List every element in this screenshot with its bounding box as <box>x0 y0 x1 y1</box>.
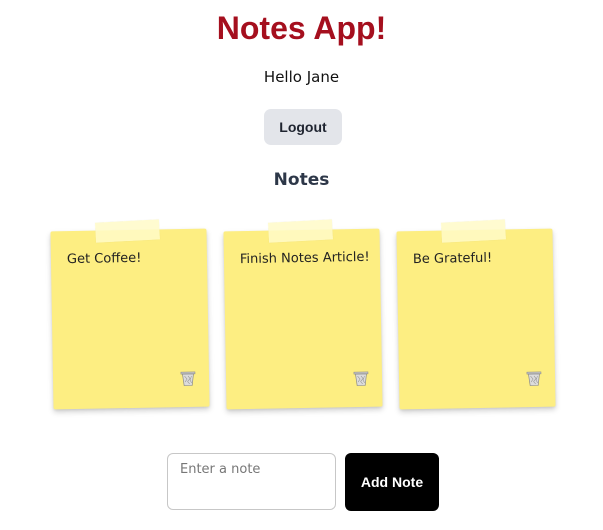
trash-icon[interactable] <box>525 369 543 387</box>
trash-icon[interactable] <box>179 369 197 387</box>
note-text: Finish Notes Article! <box>239 249 370 268</box>
app-title: Notes App! <box>216 10 387 46</box>
note-card: Be Grateful! <box>396 219 556 410</box>
note-input[interactable] <box>167 453 336 510</box>
tape-decoration <box>267 219 333 243</box>
add-note-button[interactable]: Add Note <box>345 453 439 511</box>
tape-decoration <box>440 219 506 243</box>
note-card: Finish Notes Article! <box>223 219 383 410</box>
note-text: Get Coffee! <box>66 250 142 268</box>
trash-icon[interactable] <box>352 369 370 387</box>
logout-button[interactable]: Logout <box>264 109 342 145</box>
user-greeting: Hello Jane <box>263 68 340 86</box>
note-text: Be Grateful! <box>412 250 493 268</box>
notes-heading: Notes <box>273 170 330 190</box>
tape-decoration <box>94 219 160 243</box>
notes-app-page: Notes App! Hello Jane Logout Notes Get C… <box>0 0 603 530</box>
note-card: Get Coffee! <box>50 219 210 410</box>
